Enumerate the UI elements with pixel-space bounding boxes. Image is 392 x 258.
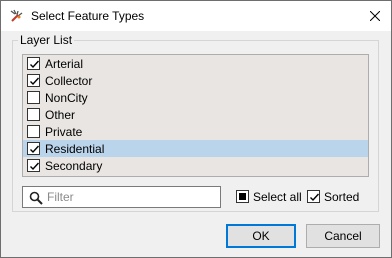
layer-row[interactable]: Private [23, 123, 368, 140]
layer-row[interactable]: Collector [23, 72, 368, 89]
cancel-button[interactable]: Cancel [306, 224, 380, 248]
layer-checkbox[interactable] [27, 125, 40, 138]
app-icon [9, 8, 25, 24]
filter-input[interactable] [47, 188, 217, 206]
check-icon [310, 193, 320, 202]
layer-list[interactable]: Arterial Collector NonCity Other Private Resi… [22, 54, 369, 177]
layer-row[interactable]: NonCity [23, 89, 368, 106]
search-icon [29, 191, 43, 205]
layer-checkbox[interactable] [27, 108, 40, 121]
close-icon [370, 11, 380, 21]
layer-label: Residential [45, 142, 105, 156]
sorted-label: Sorted [324, 190, 360, 204]
ok-button[interactable]: OK [226, 224, 296, 248]
check-icon [30, 145, 40, 154]
close-button[interactable] [359, 1, 391, 31]
sorted-box[interactable] [307, 190, 320, 203]
select-all-label: Select all [253, 190, 302, 204]
layer-row[interactable]: Other [23, 106, 368, 123]
layer-label: Other [45, 108, 76, 122]
layer-row[interactable]: Arterial [23, 55, 368, 72]
layer-checkbox[interactable] [27, 91, 40, 104]
layer-label: Secondary [45, 159, 103, 173]
select-all-box[interactable] [236, 190, 249, 203]
check-icon [30, 162, 40, 171]
layer-label: Arterial [45, 57, 84, 71]
layer-checkbox[interactable] [27, 142, 40, 155]
sorted-checkbox[interactable]: Sorted [307, 190, 367, 206]
layer-checkbox[interactable] [27, 57, 40, 70]
layer-label: NonCity [45, 91, 88, 105]
check-icon [30, 77, 40, 86]
layer-label: Private [45, 125, 83, 139]
layer-row[interactable]: Secondary [23, 157, 368, 174]
layer-checkbox[interactable] [27, 159, 40, 172]
filter-box[interactable] [22, 186, 221, 208]
layer-list-label: Layer List [18, 33, 75, 47]
layer-label: Collector [45, 74, 93, 88]
layer-row[interactable]: Residential [23, 140, 368, 157]
layer-checkbox[interactable] [27, 74, 40, 87]
title-bar[interactable]: Select Feature Types [1, 1, 391, 31]
check-icon [30, 60, 40, 69]
window-title: Select Feature Types [31, 9, 145, 23]
select-all-checkbox[interactable]: Select all [236, 190, 304, 206]
